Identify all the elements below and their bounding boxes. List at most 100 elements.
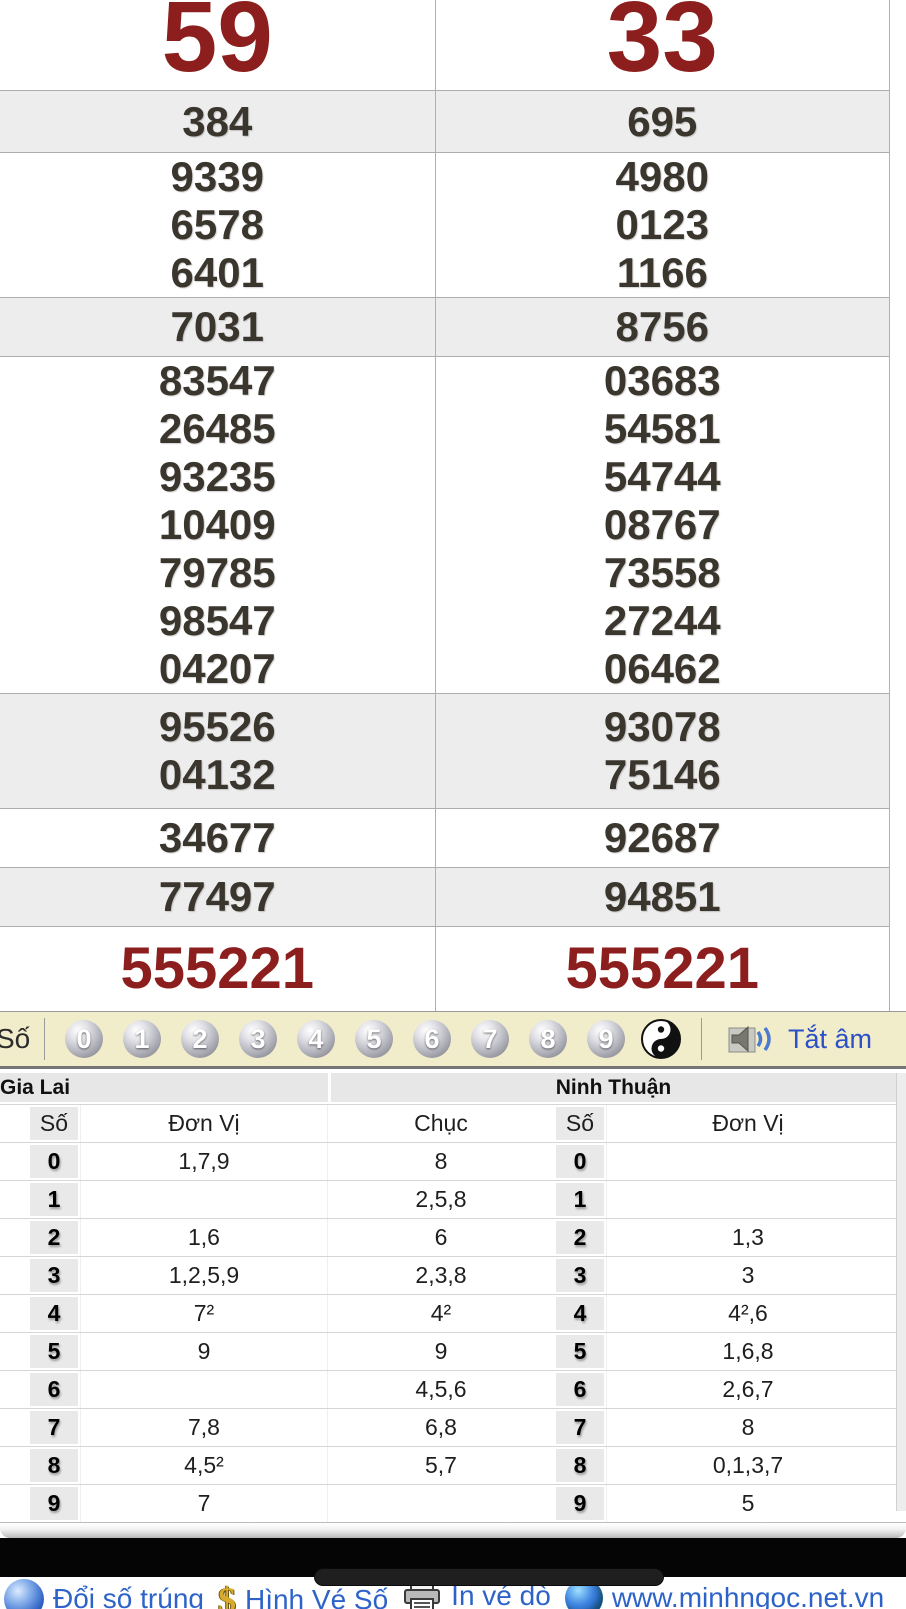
prize-row: 83547 26485 93235 10409 79785 98547 0420…: [0, 356, 889, 693]
left-column-cell: 77497: [0, 868, 435, 926]
speaker-icon: [728, 1022, 778, 1056]
stats-row: 0 1,7,9 8 0: [0, 1142, 906, 1180]
nt-chuc-cell: 5,7: [327, 1447, 554, 1484]
stats-row: 4 7² 4² 4 4²,6: [0, 1294, 906, 1332]
home-indicator[interactable]: [315, 1569, 663, 1585]
digit-cell: 2: [556, 1221, 604, 1254]
digit-cell: 7: [30, 1411, 78, 1444]
col-header-so: Số: [30, 1107, 78, 1140]
gl-donvi-cell: [80, 1181, 327, 1218]
digit-ball-5[interactable]: 5: [355, 1020, 393, 1058]
prize-number: 04132: [159, 751, 276, 799]
content-bottom-edge: [0, 1522, 906, 1538]
digit-cell: 5: [30, 1335, 78, 1368]
digit-cell: 4: [30, 1297, 78, 1330]
prize-number: 8756: [616, 303, 709, 351]
digit-cell: 4: [556, 1297, 604, 1330]
digit-ball-3[interactable]: 3: [239, 1020, 277, 1058]
digit-cell: 6: [556, 1373, 604, 1406]
digit-cell: 1: [556, 1183, 604, 1216]
prize-number: 79785: [159, 549, 276, 597]
prize-number: 384: [182, 98, 252, 146]
stats-row: 9 7 9 5: [0, 1484, 906, 1522]
prize-number: 54581: [604, 405, 721, 453]
digit-stats-table: Gia Lai Ninh Thuận Số Đơn Vị Chục Số Đơn…: [0, 1073, 906, 1522]
stats-row: 1 2,5,8 1: [0, 1180, 906, 1218]
gl-donvi-cell: 1,6: [80, 1219, 327, 1256]
scrollbar-track[interactable]: [896, 1073, 906, 1511]
nt-donvi-cell: 1,3: [606, 1219, 889, 1256]
col-header-donvi: Đơn Vị: [80, 1105, 327, 1142]
right-column-cell: 93078 75146: [435, 694, 889, 808]
nt-donvi-cell: 1,6,8: [606, 1333, 889, 1370]
digit-cell: 8: [30, 1449, 78, 1482]
prize-row: 77497 94851: [0, 867, 889, 926]
prize-number: 04207: [159, 645, 276, 693]
stats-column-headers: Số Đơn Vị Chục Số Đơn Vị: [0, 1104, 906, 1142]
cut-column: [0, 1371, 28, 1408]
digit-ball-1[interactable]: 1: [123, 1020, 161, 1058]
nt-donvi-cell: 5: [606, 1485, 889, 1522]
gl-donvi-cell: 1,2,5,9: [80, 1257, 327, 1294]
cut-column: [0, 1333, 28, 1370]
prize-row: 9339 6578 6401 4980 0123 1166: [0, 152, 889, 297]
right-column-cell: 695: [435, 91, 889, 152]
mute-label: Tắt âm: [788, 1024, 872, 1055]
prize-number: 9339: [171, 153, 264, 201]
nt-donvi-cell: 4²,6: [606, 1295, 889, 1332]
left-column-cell: 59: [0, 0, 435, 90]
prize-number: 08767: [604, 501, 721, 549]
cut-column: [0, 1295, 28, 1332]
number-check-toolbar: Số 0 1 2 3 4 5 6 7 8 9 Tắt âm: [0, 1011, 906, 1069]
gl-donvi-cell: [80, 1371, 327, 1408]
right-column-cell: 92687: [435, 809, 889, 867]
link-doi-so-trung[interactable]: Đổi số trúng: [4, 1579, 204, 1609]
stats-row: 6 4,5,6 6 2,6,7: [0, 1370, 906, 1408]
digit-cell: 6: [30, 1373, 78, 1406]
right-column-cell: 94851: [435, 868, 889, 926]
digit-ball-9[interactable]: 9: [587, 1020, 625, 1058]
digit-cell: 0: [556, 1145, 604, 1178]
gl-donvi-cell: 7,8: [80, 1409, 327, 1446]
toolbar-divider: [701, 1018, 702, 1060]
right-column-cell: 555221: [435, 927, 889, 1011]
nt-donvi-cell: [606, 1143, 889, 1180]
digit-cell: 3: [556, 1259, 604, 1292]
prize-number: 95526: [159, 703, 276, 751]
digit-ball-2[interactable]: 2: [181, 1020, 219, 1058]
digit-ball-0[interactable]: 0: [65, 1020, 103, 1058]
col-header-donvi: Đơn Vị: [606, 1105, 889, 1142]
cut-column: [0, 1181, 28, 1218]
digit-ball-row: 0 1 2 3 4 5 6 7 8 9: [65, 1020, 625, 1058]
prize-row: 384 695: [0, 90, 889, 152]
digit-ball-8[interactable]: 8: [529, 1020, 567, 1058]
prize-row: 34677 92687: [0, 808, 889, 867]
digit-cell: 5: [556, 1335, 604, 1368]
digit-ball-6[interactable]: 6: [413, 1020, 451, 1058]
prize-number: 555221: [565, 938, 759, 1000]
dollar-icon: $: [218, 1579, 236, 1609]
nt-chuc-cell: 6,8: [327, 1409, 554, 1446]
province-gia-lai: Gia Lai: [0, 1073, 328, 1102]
nt-donvi-cell: [606, 1181, 889, 1218]
prize-number: 4980: [616, 153, 709, 201]
digit-cell: 1: [30, 1183, 78, 1216]
cut-column: [0, 1143, 28, 1180]
prize-number: 27244: [604, 597, 721, 645]
prize-row: 7031 8756: [0, 297, 889, 356]
stats-row: 3 1,2,5,9 2,3,8 3 3: [0, 1256, 906, 1294]
cut-column: [0, 1409, 28, 1446]
yin-yang-icon[interactable]: [641, 1019, 681, 1059]
stats-row: 7 7,8 6,8 7 8: [0, 1408, 906, 1446]
stats-row: 5 9 9 5 1,6,8: [0, 1332, 906, 1370]
mute-sound-button[interactable]: Tắt âm: [728, 1022, 872, 1056]
digit-ball-7[interactable]: 7: [471, 1020, 509, 1058]
digit-cell: 9: [556, 1487, 604, 1520]
digit-cell: 0: [30, 1145, 78, 1178]
cut-column: [0, 1105, 28, 1142]
digit-ball-4[interactable]: 4: [297, 1020, 335, 1058]
digit-cell: 9: [30, 1487, 78, 1520]
prize-number: 83547: [159, 357, 276, 405]
gl-donvi-cell: 7: [80, 1485, 327, 1522]
stats-row: 8 4,5² 5,7 8 0,1,3,7: [0, 1446, 906, 1484]
